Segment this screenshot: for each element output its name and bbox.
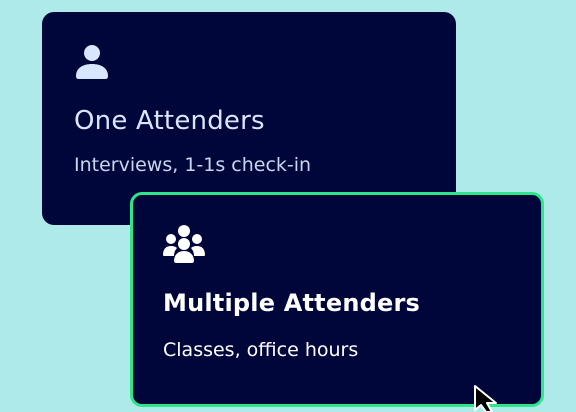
option-card-multiple-attenders[interactable]: Multiple Attenders Classes, office hours	[130, 192, 544, 407]
card-title: Multiple Attenders	[163, 289, 420, 317]
card-description: Classes, office hours	[163, 339, 359, 361]
card-title: One Attenders	[74, 106, 265, 136]
person-icon	[76, 45, 108, 79]
pointer-cursor-icon	[474, 385, 497, 412]
card-description: Interviews, 1-1s check-in	[74, 154, 312, 176]
group-icon	[163, 225, 205, 263]
